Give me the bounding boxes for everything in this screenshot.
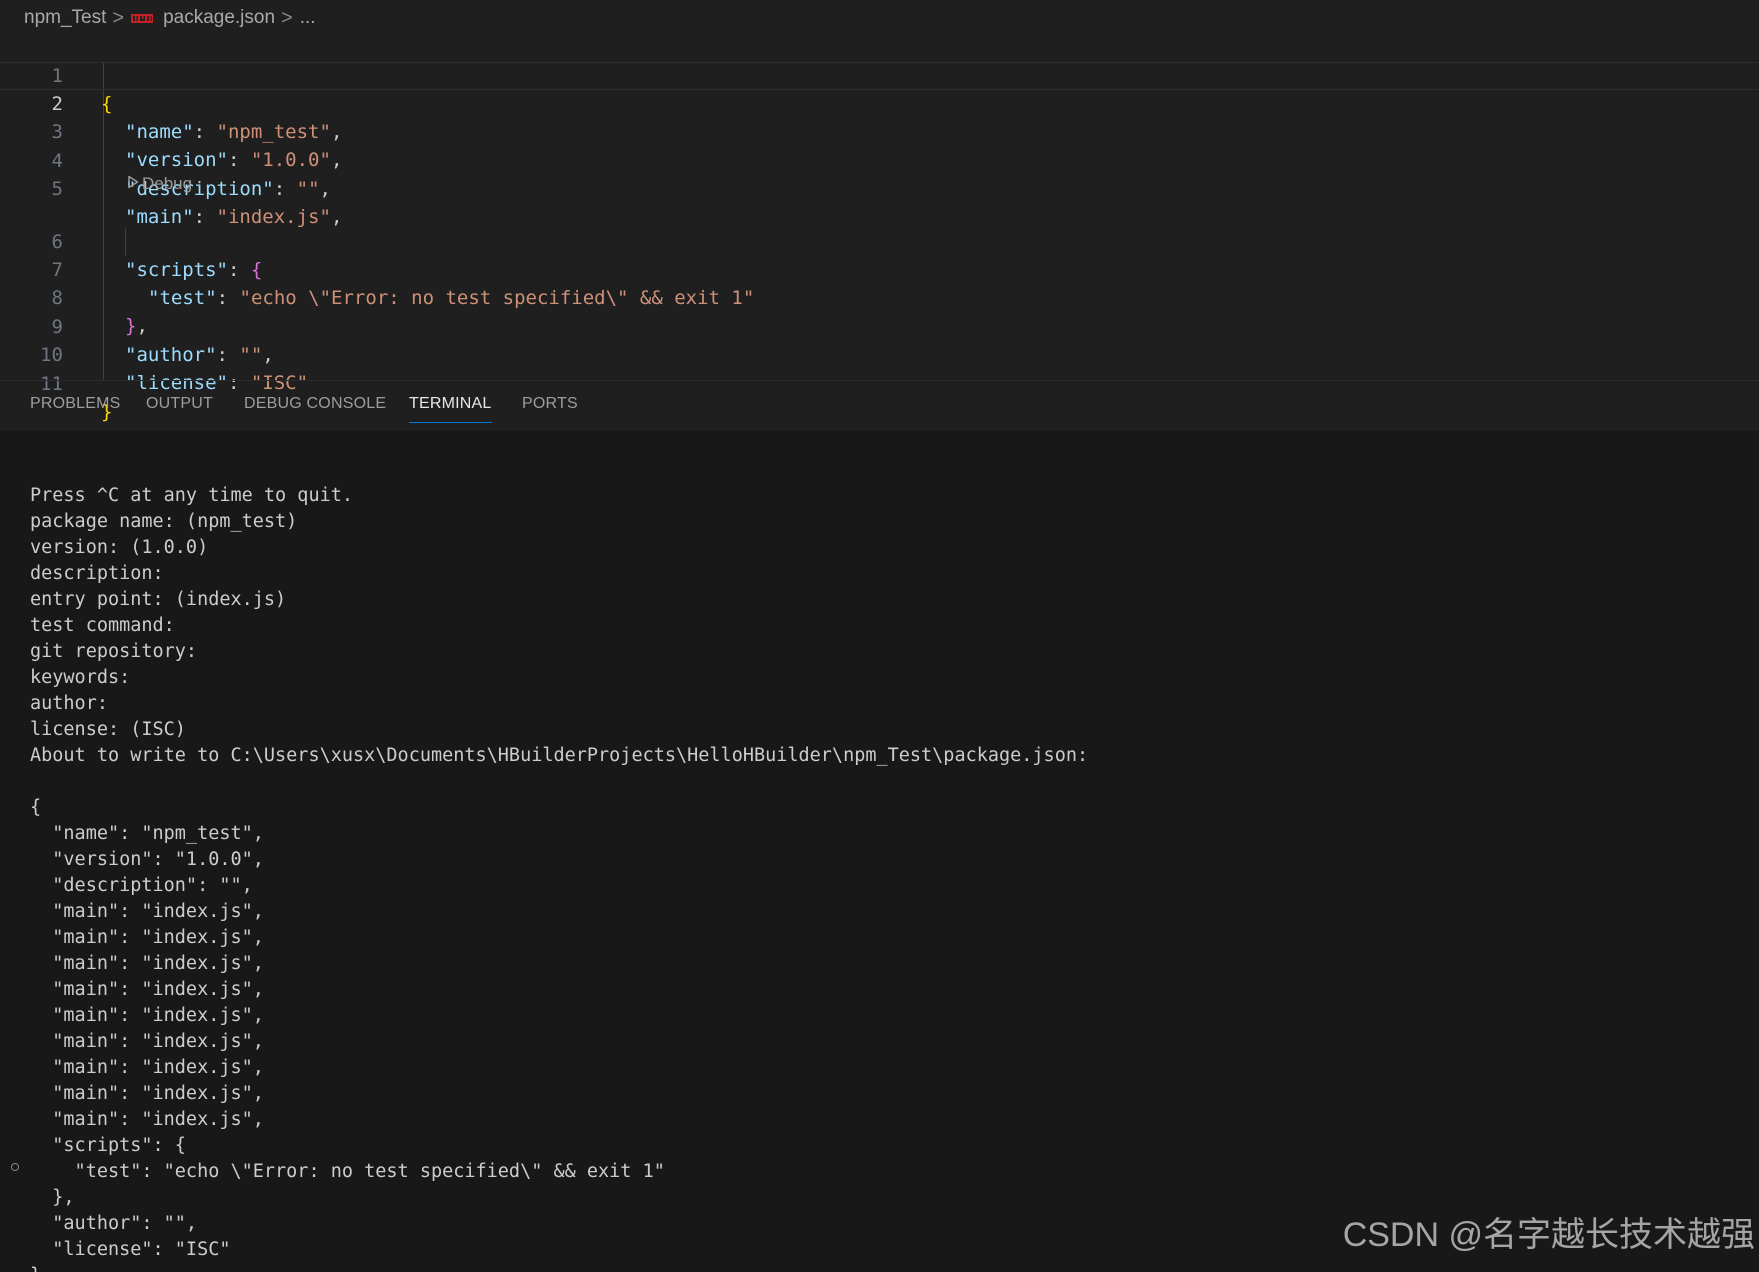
- code-editor[interactable]: 1 { 2 "name": "npm_test", 3 "version": "…: [0, 34, 1759, 423]
- code-line-4[interactable]: 4 "description": "",: [0, 119, 1759, 200]
- code-line-11[interactable]: 11 }: [0, 342, 1759, 423]
- command-decoration-icon[interactable]: [11, 1163, 19, 1171]
- breadcrumb-separator: >: [112, 6, 125, 29]
- npm-icon: [131, 13, 154, 23]
- code-line-8[interactable]: 8 },: [0, 256, 1759, 337]
- play-icon: [127, 174, 139, 194]
- tab-debug-console[interactable]: DEBUG CONSOLE: [244, 395, 386, 413]
- panel-tab-bar: PROBLEMS OUTPUT DEBUG CONSOLE TERMINAL P…: [0, 381, 1759, 431]
- watermark: CSDN @名字越长技术越强: [1342, 1216, 1755, 1254]
- code-line-1[interactable]: 1 {: [0, 34, 1759, 115]
- terminal[interactable]: Press ^C at any time to quit. package na…: [0, 431, 1759, 1272]
- tab-ports[interactable]: PORTS: [522, 395, 578, 413]
- terminal-output: Press ^C at any time to quit. package na…: [30, 485, 1089, 1272]
- debug-codelens-label: Debug: [142, 174, 193, 193]
- line-number: 5: [51, 178, 63, 200]
- tab-problems[interactable]: PROBLEMS: [30, 395, 121, 413]
- code-line-2[interactable]: 2 "name": "npm_test",: [0, 62, 1759, 143]
- code-line-10[interactable]: 10 "license": "ISC": [0, 313, 1759, 394]
- vscode-window: npm_Test > package.json > ... 1 {2 "nam…: [0, 0, 1759, 1272]
- breadcrumb-separator: >: [281, 6, 293, 29]
- debug-codelens[interactable]: Debug: [127, 173, 192, 195]
- code-line-6[interactable]: 6 "scripts": {: [0, 200, 1759, 281]
- tab-output[interactable]: OUTPUT: [146, 395, 213, 413]
- breadcrumb-folder[interactable]: npm_Test: [24, 7, 106, 29]
- code-line-5[interactable]: 5 "main": "index.js",: [0, 147, 1759, 228]
- breadcrumb: npm_Test > package.json > ...: [24, 2, 316, 34]
- code-line-3[interactable]: 3 "version": "1.0.0",: [0, 90, 1759, 171]
- breadcrumb-symbols[interactable]: ...: [300, 7, 316, 29]
- tab-terminal[interactable]: TERMINAL: [409, 395, 492, 423]
- code-line-9[interactable]: 9 "author": "",: [0, 285, 1759, 366]
- breadcrumb-file[interactable]: package.json: [163, 7, 275, 29]
- code-line-7[interactable]: 7 "test": "echo \"Error: no test specifi…: [0, 228, 1759, 309]
